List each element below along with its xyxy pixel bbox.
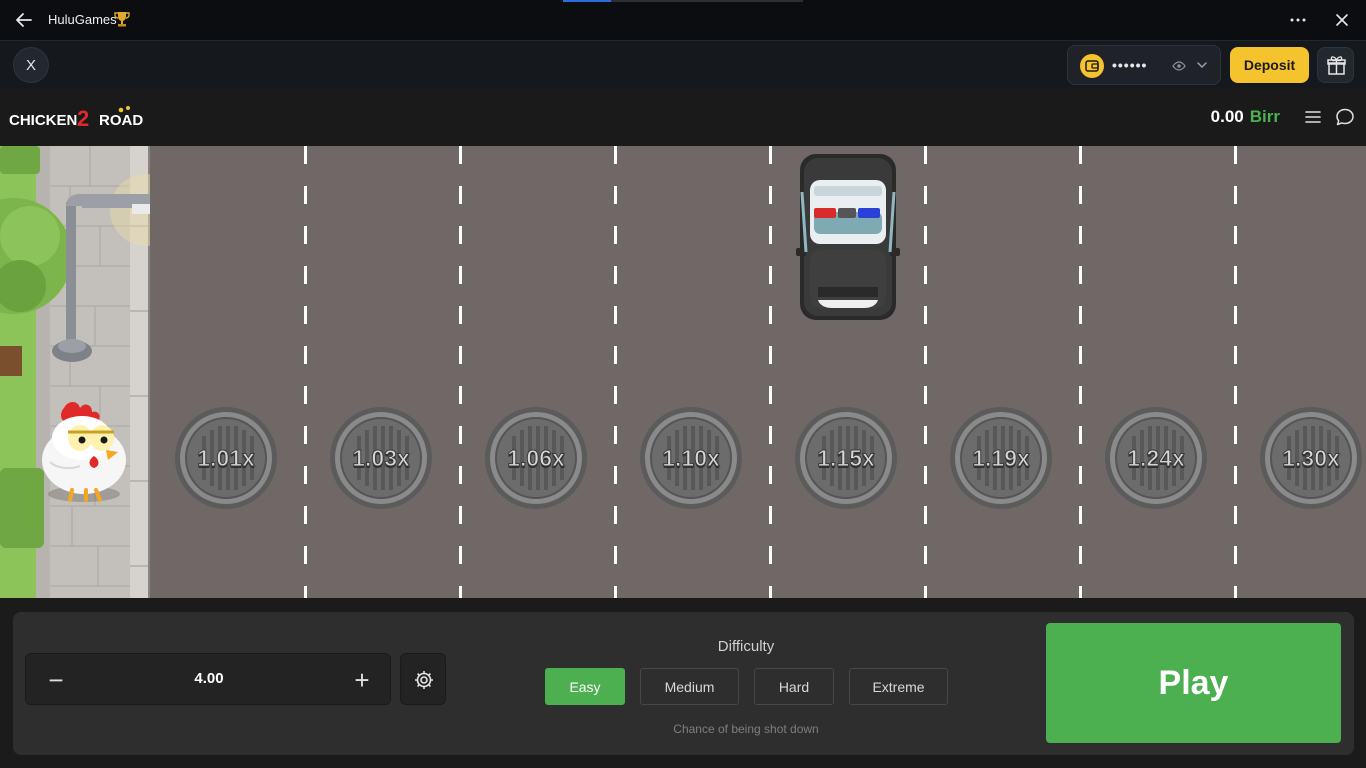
close-window-icon[interactable] <box>1334 12 1350 28</box>
lane-divider <box>614 146 617 598</box>
game-header: CHICKEN 2 ROAD 0.00 Birr <box>0 88 1366 146</box>
back-arrow-icon[interactable] <box>14 10 34 30</box>
eye-icon[interactable] <box>1172 59 1186 73</box>
lane-divider <box>1079 146 1082 598</box>
deposit-button[interactable]: Deposit <box>1230 47 1309 83</box>
multiplier-manhole: 1.01x <box>174 406 278 510</box>
gift-icon <box>1327 56 1346 75</box>
hidden-balance: •••••• <box>1112 57 1148 73</box>
trophy-icon <box>114 12 130 27</box>
more-options-icon[interactable] <box>1288 12 1308 28</box>
multiplier-label: 1.03x <box>352 444 411 471</box>
multiplier-manhole: 1.06x <box>484 406 588 510</box>
menu-icon[interactable] <box>1304 108 1322 126</box>
chat-icon[interactable] <box>1335 107 1355 127</box>
multiplier-manhole: 1.15x <box>794 406 898 510</box>
game-frame: CHICKEN 2 ROAD 0.00 Birr 1.01x 1.03x 1.0… <box>0 88 1366 768</box>
multiplier-label: 1.15x <box>817 444 876 471</box>
chevron-down-icon[interactable] <box>1195 58 1209 72</box>
difficulty-easy-button[interactable]: Easy <box>545 668 625 705</box>
difficulty-extreme-button[interactable]: Extreme <box>849 668 948 705</box>
difficulty-hard-button[interactable]: Hard <box>754 668 834 705</box>
lane-divider <box>769 146 772 598</box>
wallet-dropdown[interactable]: •••••• <box>1067 45 1221 85</box>
wallet-icon <box>1080 54 1104 78</box>
game-logo: CHICKEN 2 ROAD <box>9 106 143 131</box>
lane-divider <box>304 146 307 598</box>
svg-text:2: 2 <box>77 106 89 131</box>
lane-divider <box>459 146 462 598</box>
difficulty-medium-button[interactable]: Medium <box>640 668 739 705</box>
multiplier-manhole: 1.24x <box>1104 406 1208 510</box>
settings-button[interactable] <box>400 653 446 705</box>
control-panel: − 4.00 + Difficulty Easy Medium Hard Ext… <box>13 612 1354 755</box>
lane-divider <box>1234 146 1237 598</box>
chicken-character <box>42 402 126 502</box>
stake-stepper: − 4.00 + <box>25 653 391 705</box>
difficulty-note: Chance of being shot down <box>673 722 819 736</box>
multiplier-label: 1.19x <box>972 444 1031 471</box>
gift-button[interactable] <box>1317 47 1354 83</box>
game-balance: 0.00 Birr <box>1211 107 1280 127</box>
play-button[interactable]: Play <box>1046 623 1341 743</box>
multiplier-label: 1.06x <box>507 444 566 471</box>
decrease-stake-button[interactable]: − <box>36 660 76 700</box>
sidewalk <box>0 146 150 598</box>
balance-currency: Birr <box>1249 107 1280 126</box>
multiplier-label: 1.30x <box>1282 444 1341 471</box>
balance-amount: 0.00 <box>1210 107 1244 126</box>
close-game-button[interactable]: X <box>13 47 49 83</box>
multiplier-label: 1.10x <box>662 444 721 471</box>
multiplier-label: 1.01x <box>197 444 256 471</box>
multiplier-manhole: 1.03x <box>329 406 433 510</box>
multiplier-manhole: 1.10x <box>639 406 743 510</box>
multiplier-manhole: 1.30x <box>1259 406 1363 510</box>
police-car <box>796 154 900 320</box>
casino-header: X •••••• Deposit <box>0 40 1366 88</box>
lane-divider <box>924 146 927 598</box>
loading-indicator <box>563 0 803 2</box>
multiplier-manhole: 1.19x <box>949 406 1053 510</box>
increase-stake-button[interactable]: + <box>342 660 382 700</box>
svg-text:ROAD: ROAD <box>99 112 143 129</box>
window-title: HuluGames <box>48 12 117 27</box>
gear-icon <box>415 671 433 689</box>
svg-text:CHICKEN: CHICKEN <box>9 112 77 129</box>
road-area: 1.01x 1.03x 1.06x 1.10x 1.15x 1.19x 1.24x 1.30x <box>0 146 1366 598</box>
window-titlebar: HuluGames <box>0 0 1366 40</box>
difficulty-title: Difficulty <box>717 638 775 655</box>
multiplier-label: 1.24x <box>1127 444 1186 471</box>
stake-input[interactable]: 4.00 <box>86 670 332 687</box>
